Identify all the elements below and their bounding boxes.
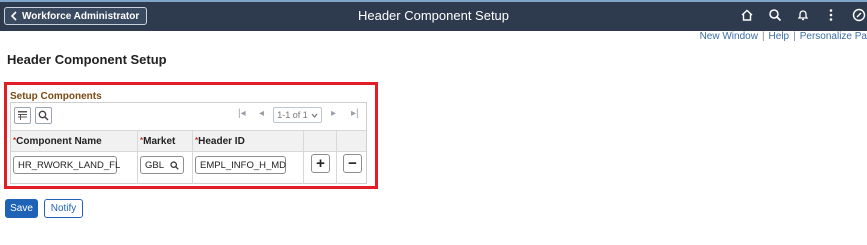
market-value: GBL <box>145 159 165 171</box>
column-header-component-name: *Component Name <box>13 136 102 147</box>
link-separator: | <box>761 31 765 42</box>
section-label: Setup Components <box>10 91 102 102</box>
column-divider <box>336 130 337 184</box>
column-divider <box>137 130 138 184</box>
page-range-select[interactable]: 1-1 of 1 <box>273 107 322 123</box>
notify-button[interactable]: Notify <box>44 199 83 218</box>
window-title: Header Component Setup <box>357 8 510 23</box>
header-id-value: EMPL_INFO_H_MD <box>200 159 287 171</box>
search-icon[interactable] <box>170 160 179 170</box>
search-icon[interactable] <box>767 6 783 24</box>
add-row-button[interactable]: + <box>311 154 330 173</box>
column-header-market: *Market <box>140 136 175 147</box>
more-icon[interactable] <box>823 6 839 24</box>
grid-personalize-button[interactable] <box>14 107 31 124</box>
column-divider <box>192 130 193 184</box>
personalize-link[interactable]: Personalize Pa <box>800 31 867 42</box>
market-field[interactable]: GBL <box>140 156 184 174</box>
last-page-button[interactable]: ▸| <box>351 108 359 119</box>
column-divider <box>303 130 304 184</box>
new-window-link[interactable]: New Window <box>700 31 758 42</box>
save-button[interactable]: Save <box>5 199 38 218</box>
bell-icon[interactable] <box>795 6 811 24</box>
link-separator: | <box>793 31 796 42</box>
grid-find-button[interactable] <box>35 107 52 124</box>
help-link[interactable]: Help <box>769 31 790 42</box>
nav-icon[interactable] <box>851 6 867 24</box>
delete-row-button[interactable]: − <box>343 154 362 173</box>
minus-icon: − <box>348 155 357 172</box>
next-page-button[interactable]: ▸ <box>331 108 336 119</box>
page-range-value: 1-1 of 1 <box>277 110 308 120</box>
grid-icon <box>18 111 27 120</box>
first-page-button[interactable]: |◂ <box>238 108 246 119</box>
component-name-value: HR_RWORK_LAND_FL <box>18 159 121 171</box>
home-icon[interactable] <box>739 6 755 24</box>
chevron-down-icon <box>311 113 318 118</box>
header-id-field[interactable]: EMPL_INFO_H_MD <box>195 156 286 174</box>
column-header-label: Market <box>143 136 176 147</box>
page-title: Header Component Setup <box>7 52 167 67</box>
column-header-label: Component Name <box>16 136 102 147</box>
component-name-field[interactable]: HR_RWORK_LAND_FL <box>13 156 121 174</box>
header-links: New Window | Help | Personalize Pa <box>700 31 867 42</box>
column-header-header-id: *Header ID <box>195 136 245 147</box>
plus-icon: + <box>316 155 325 172</box>
column-header-label: Header ID <box>198 136 245 147</box>
top-accent-line <box>0 0 867 2</box>
search-icon <box>38 110 49 121</box>
prev-page-button[interactable]: ◂ <box>259 108 264 119</box>
